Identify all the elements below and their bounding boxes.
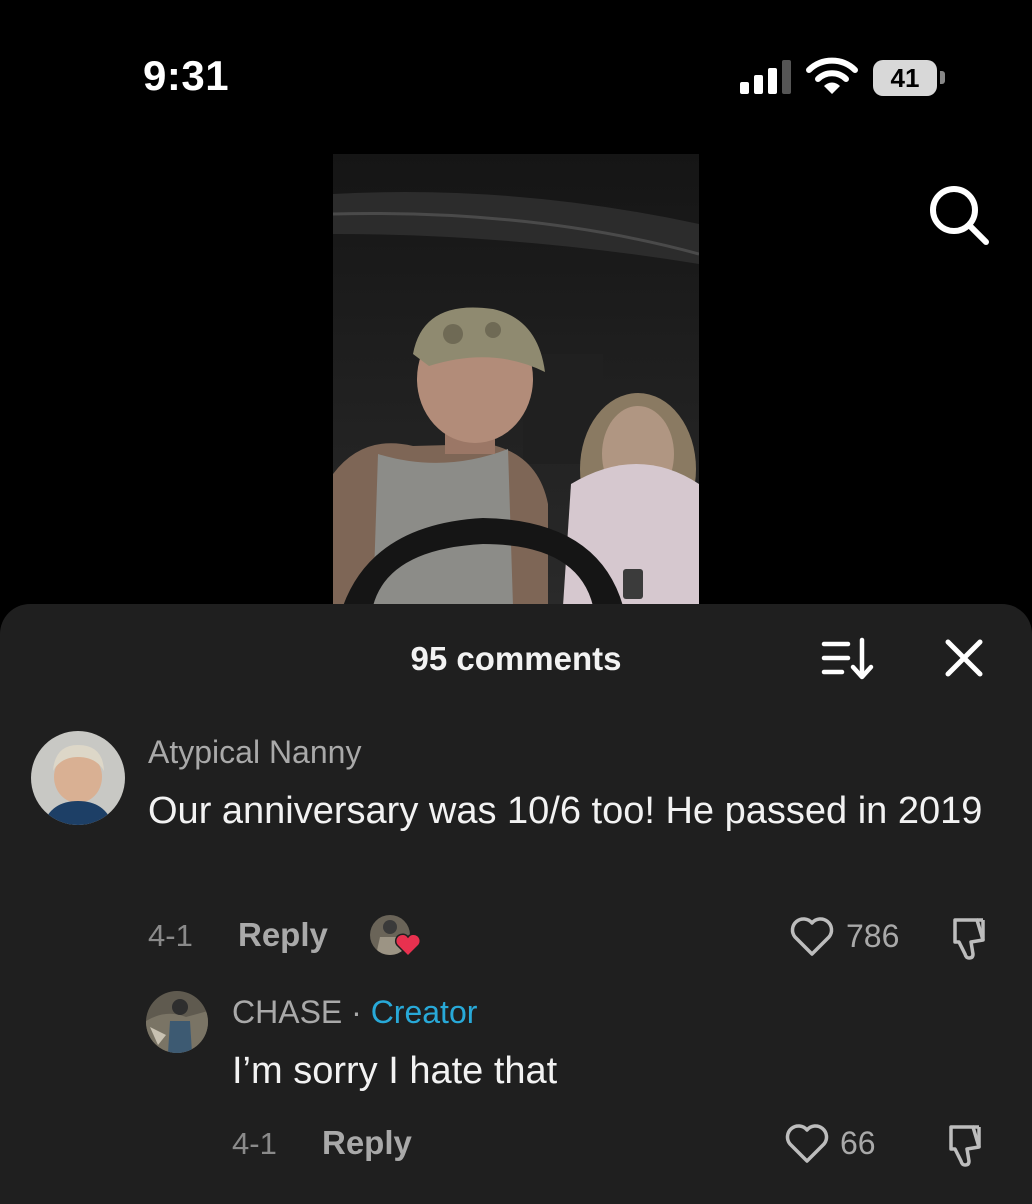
- status-time: 9:31: [143, 52, 230, 99]
- like-count: 786: [846, 918, 900, 954]
- comment-text: I’m sorry I hate that: [232, 1050, 558, 1092]
- like-count: 66: [840, 1125, 876, 1161]
- comment-date: 4-1: [148, 918, 193, 953]
- cellular-signal-icon: [740, 60, 791, 94]
- dislike-icon[interactable]: [941, 1121, 989, 1169]
- wifi-icon: [806, 57, 858, 94]
- video-frame[interactable]: [333, 154, 699, 606]
- comment-date: 4-1: [232, 1126, 277, 1161]
- reply-button[interactable]: Reply: [238, 916, 328, 954]
- search-icon[interactable]: [926, 182, 992, 248]
- comment-author[interactable]: Atypical Nanny: [148, 734, 361, 771]
- creator-badge: Creator: [370, 994, 478, 1030]
- comments-sheet: 95 comments Atypical Nanny Our anniversa…: [0, 604, 1032, 1204]
- sort-icon[interactable]: [820, 636, 876, 682]
- status-bar: 9:31 41: [0, 0, 1032, 130]
- avatar[interactable]: [31, 731, 125, 825]
- creator-heart-icon: [394, 933, 422, 958]
- heart-icon[interactable]: [789, 916, 835, 958]
- author-separator: ·: [351, 994, 362, 1030]
- avatar[interactable]: [146, 991, 208, 1053]
- dislike-icon[interactable]: [945, 914, 993, 962]
- comment-author-line: CHASE · Creator: [232, 994, 477, 1031]
- reply-button[interactable]: Reply: [322, 1124, 412, 1162]
- battery-tip: [940, 71, 945, 84]
- comments-count-title: 95 comments: [410, 640, 622, 677]
- comment-text: Our anniversary was 10/6 too! He passed …: [148, 790, 983, 832]
- comment-author[interactable]: CHASE: [232, 994, 342, 1030]
- close-icon[interactable]: [940, 634, 988, 682]
- heart-icon[interactable]: [784, 1123, 830, 1165]
- battery-level: 41: [873, 60, 937, 96]
